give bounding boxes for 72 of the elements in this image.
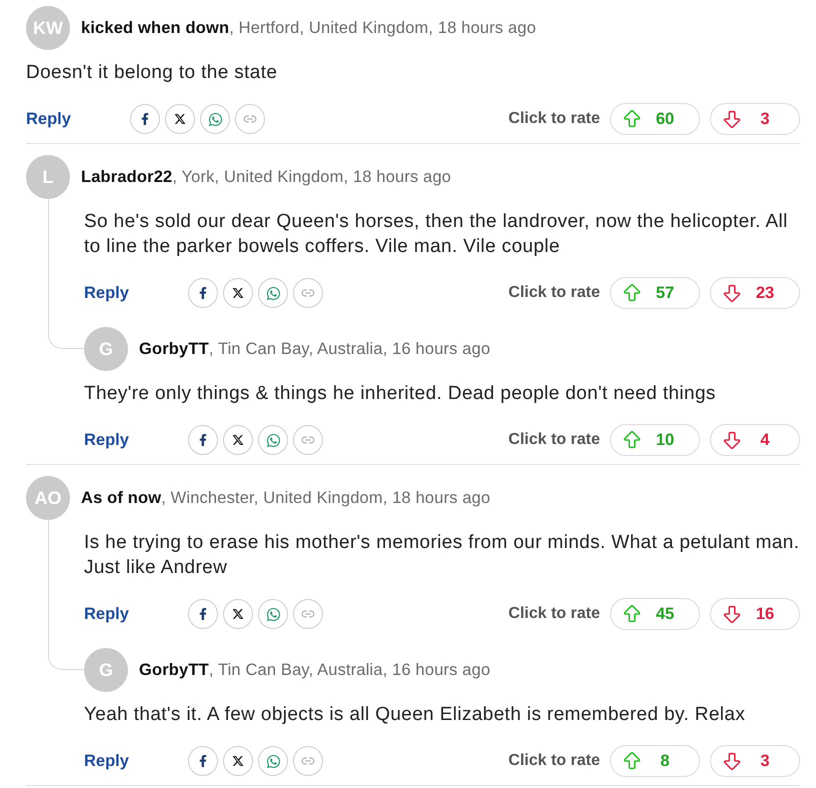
arrow-down-icon bbox=[721, 282, 743, 304]
downvote-button[interactable]: 16 bbox=[710, 598, 800, 630]
whatsapp-share-button[interactable] bbox=[258, 425, 288, 455]
x-logo-icon bbox=[232, 608, 244, 620]
x-logo-icon bbox=[232, 755, 244, 767]
arrow-down-icon bbox=[721, 750, 743, 772]
x-share-button[interactable] bbox=[223, 425, 253, 455]
thread-connector bbox=[48, 648, 84, 670]
comment-text: They're only things & things he inherited. Dead people don't need things bbox=[84, 382, 717, 406]
arrow-up-icon bbox=[621, 282, 643, 304]
facebook-icon bbox=[139, 113, 151, 125]
comment-text: So he's sold our dear Queen's horses, then the landrover, now the helicopter. All to line the parker bowels coffers. Vile man. Vile couple bbox=[84, 210, 789, 259]
comment-byline: GorbyTT, Tin Can Bay, Australia, 16 hours ago bbox=[139, 340, 490, 358]
reply-button[interactable]: Reply bbox=[84, 604, 129, 624]
rate-label: Click to rate bbox=[508, 110, 600, 128]
whatsapp-share-button[interactable] bbox=[258, 278, 288, 308]
thread-connector bbox=[48, 327, 84, 349]
arrow-down-icon bbox=[721, 603, 743, 625]
arrow-down-icon bbox=[721, 429, 743, 451]
upvote-button[interactable]: 10 bbox=[610, 424, 700, 456]
upvote-button[interactable]: 45 bbox=[610, 598, 700, 630]
x-share-button[interactable] bbox=[223, 746, 253, 776]
comment-text: Is he trying to erase his mother's memories from our minds. What a petulant man. Just like Andrew bbox=[84, 531, 800, 580]
upvote-button[interactable]: 8 bbox=[610, 745, 700, 777]
arrow-up-icon bbox=[621, 750, 643, 772]
comment-text: Doesn't it belong to the state bbox=[26, 61, 278, 85]
arrow-up-icon bbox=[621, 108, 643, 130]
whatsapp-icon bbox=[208, 112, 222, 126]
whatsapp-share-button[interactable] bbox=[200, 104, 230, 134]
arrow-down-icon bbox=[721, 108, 743, 130]
x-logo-icon bbox=[232, 434, 244, 446]
rate-label: Click to rate bbox=[508, 752, 600, 770]
facebook-share-button[interactable] bbox=[188, 599, 218, 629]
arrow-up-icon bbox=[621, 603, 643, 625]
whatsapp-icon bbox=[266, 606, 280, 622]
whatsapp-icon bbox=[266, 754, 280, 768]
x-logo-icon bbox=[174, 113, 186, 125]
x-share-button[interactable] bbox=[165, 104, 195, 134]
comment-byline: GorbyTT, Tin Can Bay, Australia, 16 hours ago bbox=[139, 660, 490, 680]
upvote-button[interactable]: 60 bbox=[610, 103, 700, 135]
facebook-icon bbox=[197, 608, 209, 620]
reply-button[interactable]: Reply bbox=[84, 430, 129, 450]
whatsapp-icon bbox=[266, 432, 280, 448]
rate-label: Click to rate bbox=[508, 431, 600, 449]
reply-button[interactable]: Reply bbox=[84, 752, 129, 770]
x-share-button[interactable] bbox=[223, 278, 253, 308]
downvote-button[interactable]: 23 bbox=[710, 277, 800, 309]
downvote-button[interactable]: 4 bbox=[710, 424, 800, 456]
whatsapp-share-button[interactable] bbox=[258, 746, 288, 776]
comment-byline: Labrador22, York, United Kingdom, 18 hours ago bbox=[81, 168, 452, 186]
rate-label: Click to rate bbox=[508, 284, 600, 302]
comment-byline: kicked when down, Hertford, United Kingdom, 18 hours ago bbox=[81, 18, 536, 38]
facebook-share-button[interactable] bbox=[188, 746, 218, 776]
facebook-share-button[interactable] bbox=[188, 425, 218, 455]
facebook-share-button[interactable] bbox=[188, 278, 218, 308]
x-share-button[interactable] bbox=[223, 599, 253, 629]
facebook-share-button[interactable] bbox=[130, 104, 160, 134]
rate-label: Click to rate bbox=[508, 605, 600, 623]
downvote-button[interactable]: 3 bbox=[710, 103, 800, 135]
whatsapp-icon bbox=[266, 286, 280, 300]
whatsapp-share-button[interactable] bbox=[258, 599, 288, 629]
x-logo-icon bbox=[232, 287, 244, 299]
facebook-icon bbox=[197, 434, 209, 446]
comment-text: Yeah that's it. A few objects is all Queen Elizabeth is remembered by. Relax bbox=[84, 703, 746, 727]
reply-button[interactable]: Reply bbox=[26, 110, 71, 128]
downvote-button[interactable]: 3 bbox=[710, 745, 800, 777]
facebook-icon bbox=[197, 287, 209, 299]
comment-byline: As of now, Winchester, United Kingdom, 18 hours ago bbox=[81, 488, 490, 508]
arrow-up-icon bbox=[621, 429, 643, 451]
upvote-button[interactable]: 57 bbox=[610, 277, 700, 309]
facebook-icon bbox=[197, 755, 209, 767]
reply-button[interactable]: Reply bbox=[84, 284, 129, 302]
